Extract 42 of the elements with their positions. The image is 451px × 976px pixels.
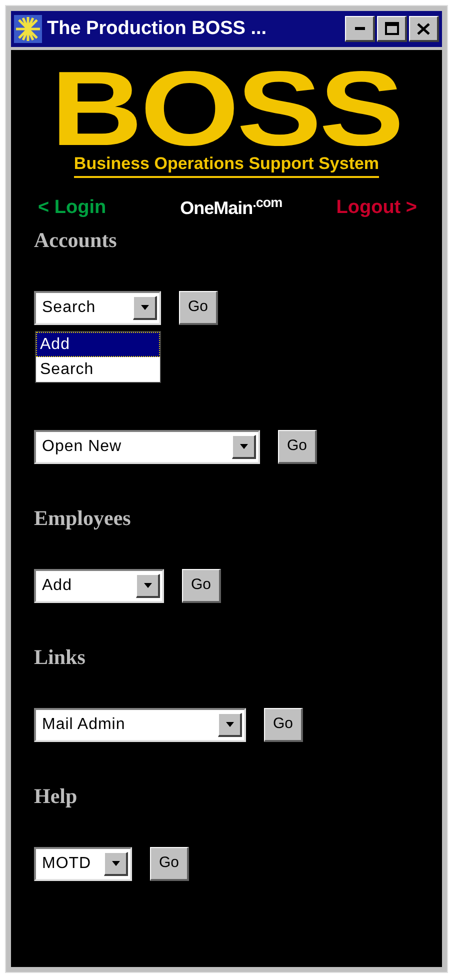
select-value: Add bbox=[42, 576, 72, 596]
dropdown-arrow-button[interactable] bbox=[133, 296, 157, 320]
logo-tagline: Business Operations Support System bbox=[74, 154, 380, 178]
caret-icon bbox=[112, 860, 120, 866]
select-value: Mail Admin bbox=[42, 714, 126, 734]
section-heading: Employees bbox=[34, 506, 131, 530]
dropdown-select[interactable]: Add bbox=[34, 568, 164, 602]
section-heading: Help bbox=[34, 784, 78, 808]
boss-logo: BOSS bbox=[51, 64, 402, 154]
window-title: The Production BOSS ... bbox=[47, 16, 268, 41]
dropdown-arrow-button[interactable] bbox=[232, 434, 256, 458]
app-star-icon bbox=[14, 15, 42, 43]
go-button[interactable]: Go bbox=[182, 568, 222, 602]
select-value: Open New bbox=[42, 436, 122, 456]
dropdown-select[interactable]: Mail Admin bbox=[34, 708, 246, 742]
dropdown-arrow-button[interactable] bbox=[218, 712, 242, 736]
section-heading: Accounts bbox=[34, 228, 117, 252]
dropdown-arrow-button[interactable] bbox=[136, 574, 160, 598]
close-button[interactable] bbox=[409, 16, 439, 42]
maximize-button[interactable] bbox=[377, 16, 407, 42]
maximize-icon bbox=[384, 22, 398, 35]
caret-icon bbox=[140, 304, 148, 310]
dropdown-select[interactable]: MOTD bbox=[34, 846, 132, 880]
close-icon bbox=[417, 22, 430, 34]
select-value: Search bbox=[42, 298, 96, 318]
go-button[interactable]: Go bbox=[150, 846, 190, 880]
dropdown-arrow-button[interactable] bbox=[104, 852, 128, 876]
dropdown-select[interactable]: Search bbox=[34, 290, 161, 324]
onemain-logo: OneMain$^{.com}$ bbox=[180, 194, 282, 220]
go-button[interactable]: Go bbox=[179, 290, 218, 324]
minimize-icon bbox=[354, 27, 364, 30]
dropdown-select[interactable]: Open New bbox=[34, 430, 260, 464]
go-button[interactable]: Go bbox=[264, 708, 304, 742]
login-link[interactable]: < Login bbox=[38, 194, 106, 222]
minimize-button[interactable] bbox=[345, 16, 375, 42]
caret-icon bbox=[240, 444, 248, 448]
caret-icon bbox=[226, 722, 234, 726]
section-heading: Links bbox=[34, 644, 86, 668]
caret-icon bbox=[144, 582, 152, 588]
dropdown-option[interactable]: Add bbox=[36, 332, 160, 356]
go-button[interactable]: Go bbox=[278, 430, 318, 464]
select-value: MOTD bbox=[42, 854, 92, 874]
